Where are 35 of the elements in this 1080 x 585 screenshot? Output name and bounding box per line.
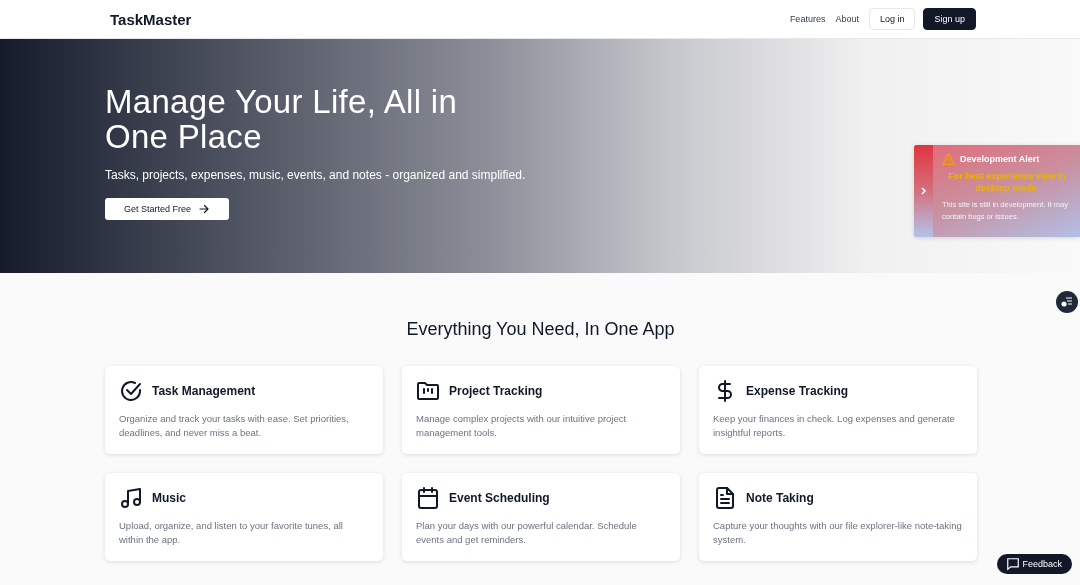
card-title: Task Management bbox=[152, 384, 256, 398]
card-description: Manage complex projects with our intuitive project management tools. bbox=[416, 412, 628, 441]
nav-link[interactable]: About bbox=[835, 14, 859, 24]
warning-icon bbox=[942, 153, 955, 165]
chat-bubble-icon bbox=[1006, 557, 1021, 571]
logo[interactable]: TaskMaster bbox=[110, 10, 192, 28]
alert-title: Development Alert bbox=[960, 154, 1040, 164]
check-circle-icon bbox=[119, 379, 143, 403]
get-started-button[interactable]: Get Started Free bbox=[105, 198, 230, 221]
chevron-icon bbox=[919, 186, 928, 196]
card-title: Event Scheduling bbox=[449, 491, 550, 505]
calendar-icon bbox=[416, 486, 440, 510]
signup-button[interactable]: Sign up bbox=[923, 8, 976, 30]
login-button[interactable]: Log in bbox=[868, 8, 916, 30]
settings-toggle-button[interactable] bbox=[1056, 291, 1078, 313]
arrow-icon bbox=[198, 203, 211, 216]
card-description: Plan your days with our powerful calendar. Schedule events and get reminders. bbox=[416, 519, 638, 548]
music-note-icon bbox=[119, 486, 143, 510]
hero-subtitle: Tasks, projects, expenses, music, events, and notes - organized and simplified. bbox=[105, 168, 526, 183]
card-description: Organize and track your tasks with ease. Set priorities, deadlines, and never miss a beat. bbox=[119, 412, 350, 441]
nav-link[interactable]: Features bbox=[789, 14, 826, 24]
hero-title: Manage Your Life, All in One Place bbox=[105, 85, 459, 155]
card-title: Project Tracking bbox=[449, 384, 543, 398]
card-title: Music bbox=[152, 491, 186, 505]
card-title: Expense Tracking bbox=[746, 384, 849, 398]
alert-highlight: For best experience view in desktop mode. bbox=[947, 171, 1067, 195]
document-icon bbox=[713, 486, 737, 510]
card-title: Note Taking bbox=[746, 491, 814, 505]
section-title: Everything You Need, In One App bbox=[405, 319, 676, 340]
card-description: Upload, organize, and listen to your favorite tunes, all within the app. bbox=[119, 519, 344, 548]
folder-icon bbox=[416, 379, 440, 403]
feedback-button[interactable]: Feedback bbox=[997, 554, 1072, 574]
card-description: Keep your finances in check. Log expenses and generate insightful reports. bbox=[713, 412, 956, 441]
card-description: Capture your thoughts with our file explorer-like note-taking system. bbox=[713, 519, 963, 548]
settings-icon bbox=[1061, 296, 1073, 308]
